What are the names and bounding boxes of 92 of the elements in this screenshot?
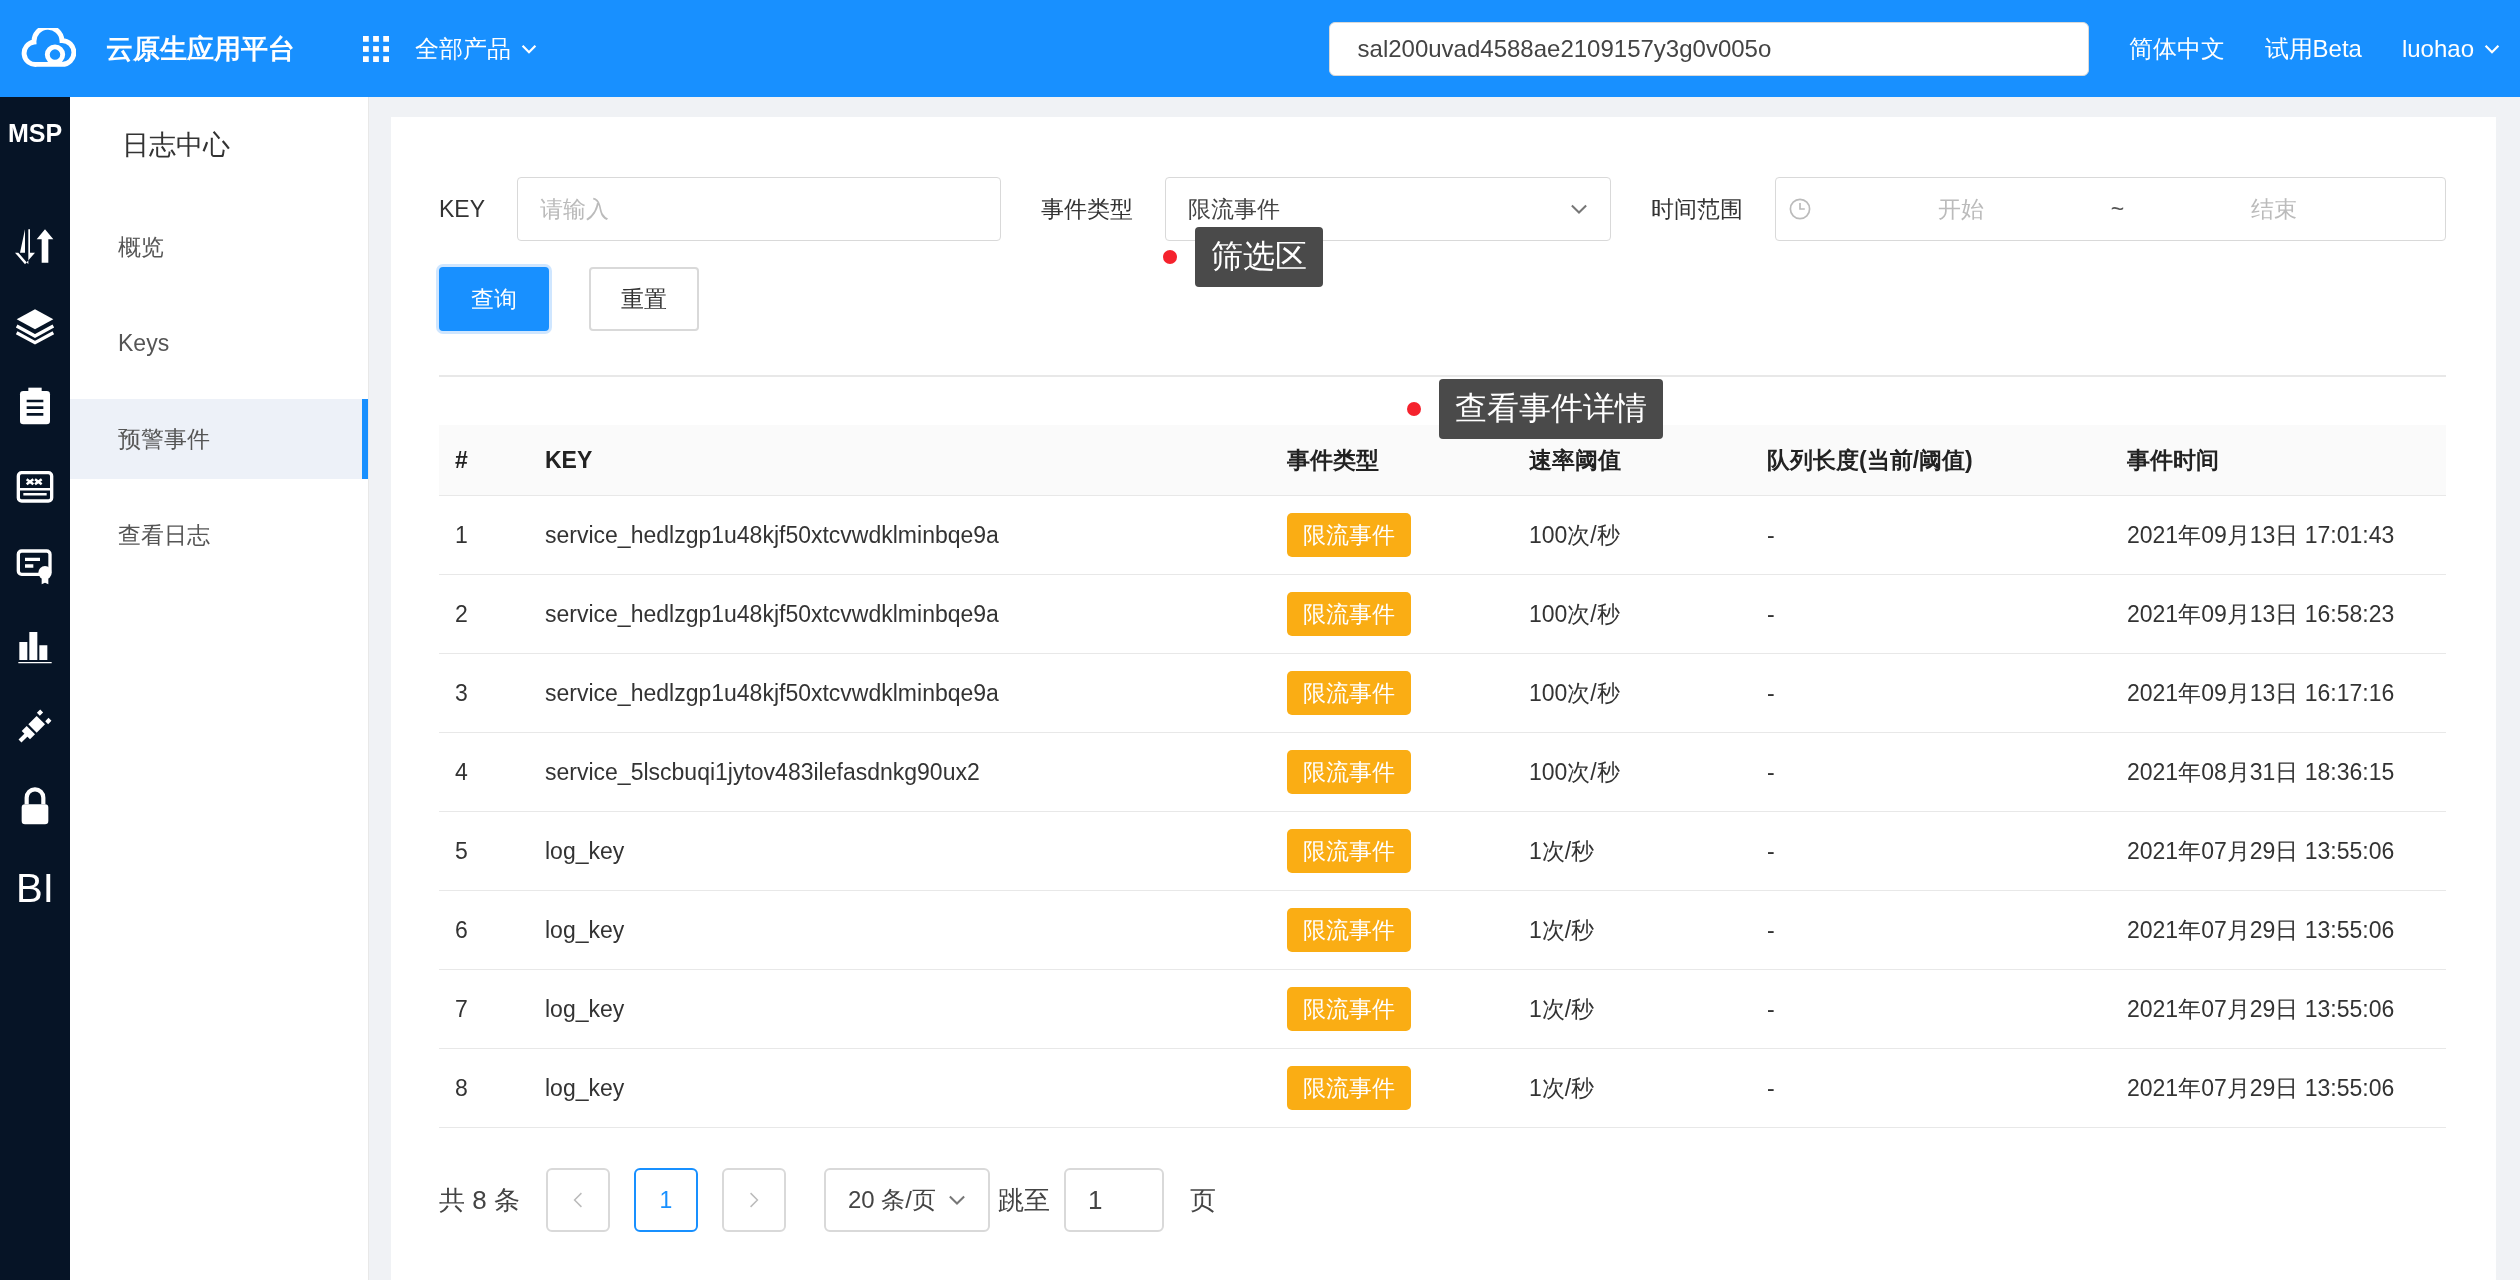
- sidebar-item[interactable]: 查看日志: [70, 495, 368, 575]
- column-header: 队列长度(当前/阈值): [1767, 445, 1974, 475]
- table-cell-text: 1次/秒: [1529, 915, 1596, 945]
- time-range-field[interactable]: 开始 ~ 结束: [1775, 177, 2446, 241]
- end-placeholder: 结束: [2249, 194, 2298, 224]
- field-label: KEY: [439, 195, 486, 223]
- table-cell-text: 1次/秒: [1529, 1073, 1596, 1103]
- table-cell-text: log_key: [545, 1074, 626, 1102]
- table-cell-text: 2: [455, 600, 469, 628]
- table-cell-text: 100次/秒: [1529, 757, 1621, 787]
- annotation-tooltip: 查看事件详情: [1439, 379, 1663, 439]
- table-cell-text: 1次/秒: [1529, 994, 1596, 1024]
- table-cell-text: 2021年09月13日 16:58:23: [2127, 599, 2396, 629]
- table-cell-text: 6: [455, 916, 469, 944]
- table-cell-text: -: [1767, 521, 1776, 549]
- column-header: 事件类型: [1287, 445, 1380, 475]
- clock-icon: [1788, 197, 1813, 221]
- table-cell-text: -: [1767, 1074, 1776, 1102]
- event-type-tag: 限流事件: [1287, 591, 1411, 636]
- table-cell-text: 5: [455, 837, 469, 865]
- table-cell-text: 8: [455, 1074, 469, 1102]
- event-type-tag: 限流事件: [1287, 512, 1411, 557]
- rail-label[interactable]: BI: [16, 866, 54, 911]
- page-size-select[interactable]: 20 条/页: [823, 1168, 990, 1232]
- start-placeholder: 开始: [1937, 194, 1986, 224]
- sidebar-item[interactable]: 概览: [70, 207, 368, 287]
- annotation-tooltip: 筛选区: [1195, 227, 1323, 287]
- annotation-dot: [1407, 402, 1421, 416]
- total-count: 共 8 条: [439, 1183, 520, 1217]
- table-cell-text: service_5lscbuqi1jytov483ilefasdnkg90ux2: [545, 758, 981, 786]
- chevron-down-icon: [521, 43, 537, 54]
- jump-input[interactable]: 1: [1063, 1168, 1164, 1232]
- chevron-down-icon: [947, 1195, 966, 1205]
- table-cell-text: 4: [455, 758, 469, 786]
- event-type-tag: 限流事件: [1287, 828, 1411, 873]
- table-cell-text: 3: [455, 679, 469, 707]
- sidebar-item[interactable]: 预警事件: [70, 399, 368, 479]
- certificate-icon[interactable]: [15, 546, 55, 586]
- table-cell-text: -: [1767, 995, 1776, 1023]
- event-type-tag: 限流事件: [1287, 907, 1411, 952]
- table-cell-text: 1次/秒: [1529, 836, 1596, 866]
- cloud-logo-icon: [20, 27, 76, 70]
- table-cell-text: service_hedlzgp1u48kjf50xtcvwdklminbqe9a: [545, 679, 1000, 707]
- table-cell-text: 2021年08月31日 18:36:15: [2127, 757, 2396, 787]
- table-cell-text: 1: [455, 521, 469, 549]
- table-cell-text: 2021年07月29日 13:55:06: [2127, 915, 2396, 945]
- key-input[interactable]: 请输入: [517, 177, 1002, 241]
- column-header: 速率阈值: [1529, 445, 1622, 475]
- rail-logo: MSP: [7, 119, 63, 148]
- event-type-tag: 限流事件: [1287, 986, 1411, 1031]
- table-cell-text: 2021年07月29日 13:55:06: [2127, 836, 2396, 866]
- table-cell-text: -: [1767, 679, 1776, 707]
- column-header: 事件时间: [2127, 445, 2220, 475]
- sidebar-item[interactable]: Keys: [70, 303, 368, 383]
- column-header: #: [455, 446, 469, 474]
- chevron-left-icon: [572, 1192, 583, 1208]
- table-cell-text: 100次/秒: [1529, 520, 1621, 550]
- chevron-down-icon: [2484, 43, 2500, 54]
- sidebar-title: 日志中心: [121, 129, 231, 162]
- grid-icon[interactable]: [363, 35, 389, 62]
- event-type-tag: 限流事件: [1287, 1065, 1411, 1110]
- table-cell-text: 2021年09月13日 17:01:43: [2127, 520, 2396, 550]
- reset-button[interactable]: 重置: [589, 267, 699, 331]
- table-cell-text: 2021年09月13日 16:17:16: [2127, 678, 2396, 708]
- table-cell-text: log_key: [545, 916, 626, 944]
- table-cell-text: 7: [455, 995, 469, 1023]
- table-cell-text: 2021年07月29日 13:55:06: [2127, 1073, 2396, 1103]
- table-cell-text: -: [1767, 600, 1776, 628]
- table-cell-text: log_key: [545, 995, 626, 1023]
- table-cell-text: 100次/秒: [1529, 599, 1621, 629]
- field-label: 事件类型: [1041, 194, 1134, 224]
- chevron-down-icon: [1570, 204, 1589, 214]
- page-label: 页: [1189, 1183, 1216, 1217]
- event-type-tag: 限流事件: [1287, 670, 1411, 715]
- table-cell-text: -: [1767, 837, 1776, 865]
- field-label: 时间范围: [1651, 194, 1744, 224]
- table-cell-text: 2021年07月29日 13:55:06: [2127, 994, 2396, 1024]
- table-cell-text: -: [1767, 758, 1776, 786]
- table-cell-text: service_hedlzgp1u48kjf50xtcvwdklminbqe9a: [545, 600, 1000, 628]
- table-cell-text: 100次/秒: [1529, 678, 1621, 708]
- app-title: 云原生应用平台: [106, 32, 295, 66]
- event-type-tag: 限流事件: [1287, 749, 1411, 794]
- column-header: KEY: [545, 446, 594, 474]
- arrows-icon[interactable]: [15, 226, 55, 266]
- table-cell-text: service_hedlzgp1u48kjf50xtcvwdklminbqe9a: [545, 521, 1000, 549]
- range-separator: ~: [2110, 195, 2125, 223]
- chevron-right-icon: [748, 1192, 759, 1208]
- search-field[interactable]: sal200uvad4588ae2109157y3g0v005o: [1328, 21, 2089, 76]
- table-cell-text: log_key: [545, 837, 626, 865]
- jump-label: 跳至: [997, 1183, 1050, 1217]
- annotation-dot: [1163, 250, 1177, 264]
- table-cell-text: -: [1767, 916, 1776, 944]
